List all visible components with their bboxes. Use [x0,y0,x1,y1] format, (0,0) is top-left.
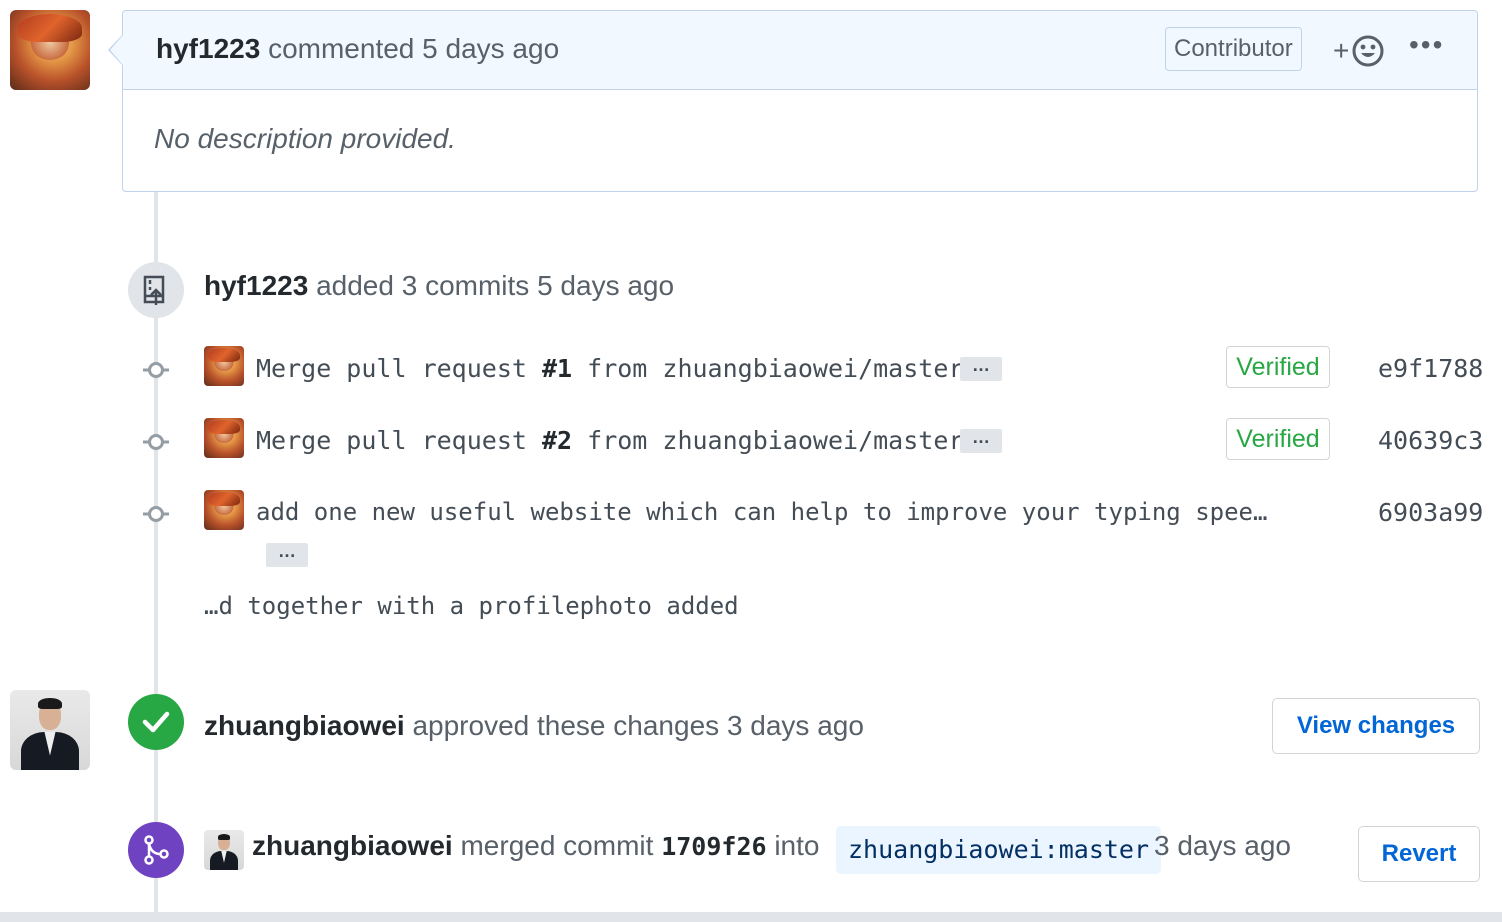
approved-badge [128,694,184,750]
commit-author-avatar[interactable] [204,346,244,386]
commit-message-link[interactable]: Merge pull request #2 from zhuangbiaowei… [256,426,963,455]
commit-message-suffix: from zhuangbiaowei/master [572,426,964,455]
avatar-hair [38,698,62,710]
commit-message-link[interactable]: add one new useful website which can hel… [256,498,1267,526]
expand-commit-button[interactable]: … [960,428,1002,453]
git-merge-icon [144,835,169,865]
commit-sha-link[interactable]: 40639c3 [1378,426,1483,455]
repo-push-icon [143,275,165,305]
comment-header-text: hyf1223 commented 5 days ago [156,33,559,65]
comment-author-link[interactable]: hyf1223 [156,33,260,64]
merger-author-link[interactable]: zhuangbiaowei [252,830,453,861]
commit-message-link[interactable]: Merge pull request #1 from zhuangbiaowei… [256,354,963,383]
add-reaction-button[interactable]: + [1333,31,1385,71]
revert-button[interactable]: Revert [1358,826,1480,882]
git-commit-icon [143,434,169,450]
commit-message-prefix: Merge pull request [256,354,542,383]
pull-request-link[interactable]: #1 [542,354,572,383]
commit-message-suffix: from zhuangbiaowei/master [572,354,964,383]
merger-avatar[interactable] [204,830,244,870]
timeline-bottom-divider [0,912,1502,922]
comment-timestamp[interactable]: 5 days ago [422,33,559,64]
merge-timestamp[interactable]: 3 days ago [1154,830,1291,862]
reviewer-author-link[interactable]: zhuangbiaowei [204,710,405,741]
plus-label: + [1333,35,1350,66]
commits-timestamp[interactable]: 5 days ago [537,270,674,301]
commit-message-continuation: …d together with a profilephoto added [204,592,739,620]
reviewer-avatar[interactable] [10,690,90,770]
merge-commit-link[interactable]: 1709f26 [661,832,766,861]
merge-into: into [774,830,820,861]
commits-event-badge [128,262,184,318]
merged-badge [128,822,184,878]
expand-commit-button[interactable]: … [266,542,308,567]
pull-request-link[interactable]: #2 [542,426,572,455]
merge-event-text: zhuangbiaowei merged commit 1709f26 into [252,830,819,862]
branch-label[interactable]: zhuangbiaowei:master [836,826,1162,874]
smiley-icon [1352,35,1384,67]
commits-author-link[interactable]: hyf1223 [204,270,308,301]
comment-body: No description provided. [154,123,456,154]
commenter-avatar[interactable] [10,10,90,90]
commit-message-prefix: Merge pull request [256,426,542,455]
commit-author-avatar[interactable] [204,418,244,458]
contributor-badge: Contributor [1165,27,1302,71]
review-timestamp[interactable]: 3 days ago [727,710,864,741]
commits-event-text: hyf1223 added 3 commits 5 days ago [204,270,674,302]
review-action: approved these changes [412,710,720,741]
review-event-text: zhuangbiaowei approved these changes 3 d… [204,710,864,742]
avatar-hair [218,834,230,840]
merge-action: merged commit [460,830,654,861]
check-icon [142,711,170,733]
commit-sha-link[interactable]: e9f1788 [1378,354,1483,383]
verified-badge[interactable]: Verified [1226,346,1330,388]
comment-box: hyf1223 commented 5 days ago Contributor… [122,10,1478,192]
more-options-icon[interactable]: ••• [1409,29,1444,61]
comment-action: commented [268,33,415,64]
view-changes-button[interactable]: View changes [1272,698,1480,754]
commits-action: added 3 commits [316,270,530,301]
verified-badge[interactable]: Verified [1226,418,1330,460]
comment-header: hyf1223 commented 5 days ago Contributor… [123,11,1477,90]
comment-caret-fill [110,35,123,65]
git-commit-icon [143,362,169,378]
commit-sha-link[interactable]: 6903a99 [1378,498,1483,527]
git-commit-icon [143,506,169,522]
commit-author-avatar[interactable] [204,490,244,530]
expand-commit-button[interactable]: … [960,356,1002,381]
